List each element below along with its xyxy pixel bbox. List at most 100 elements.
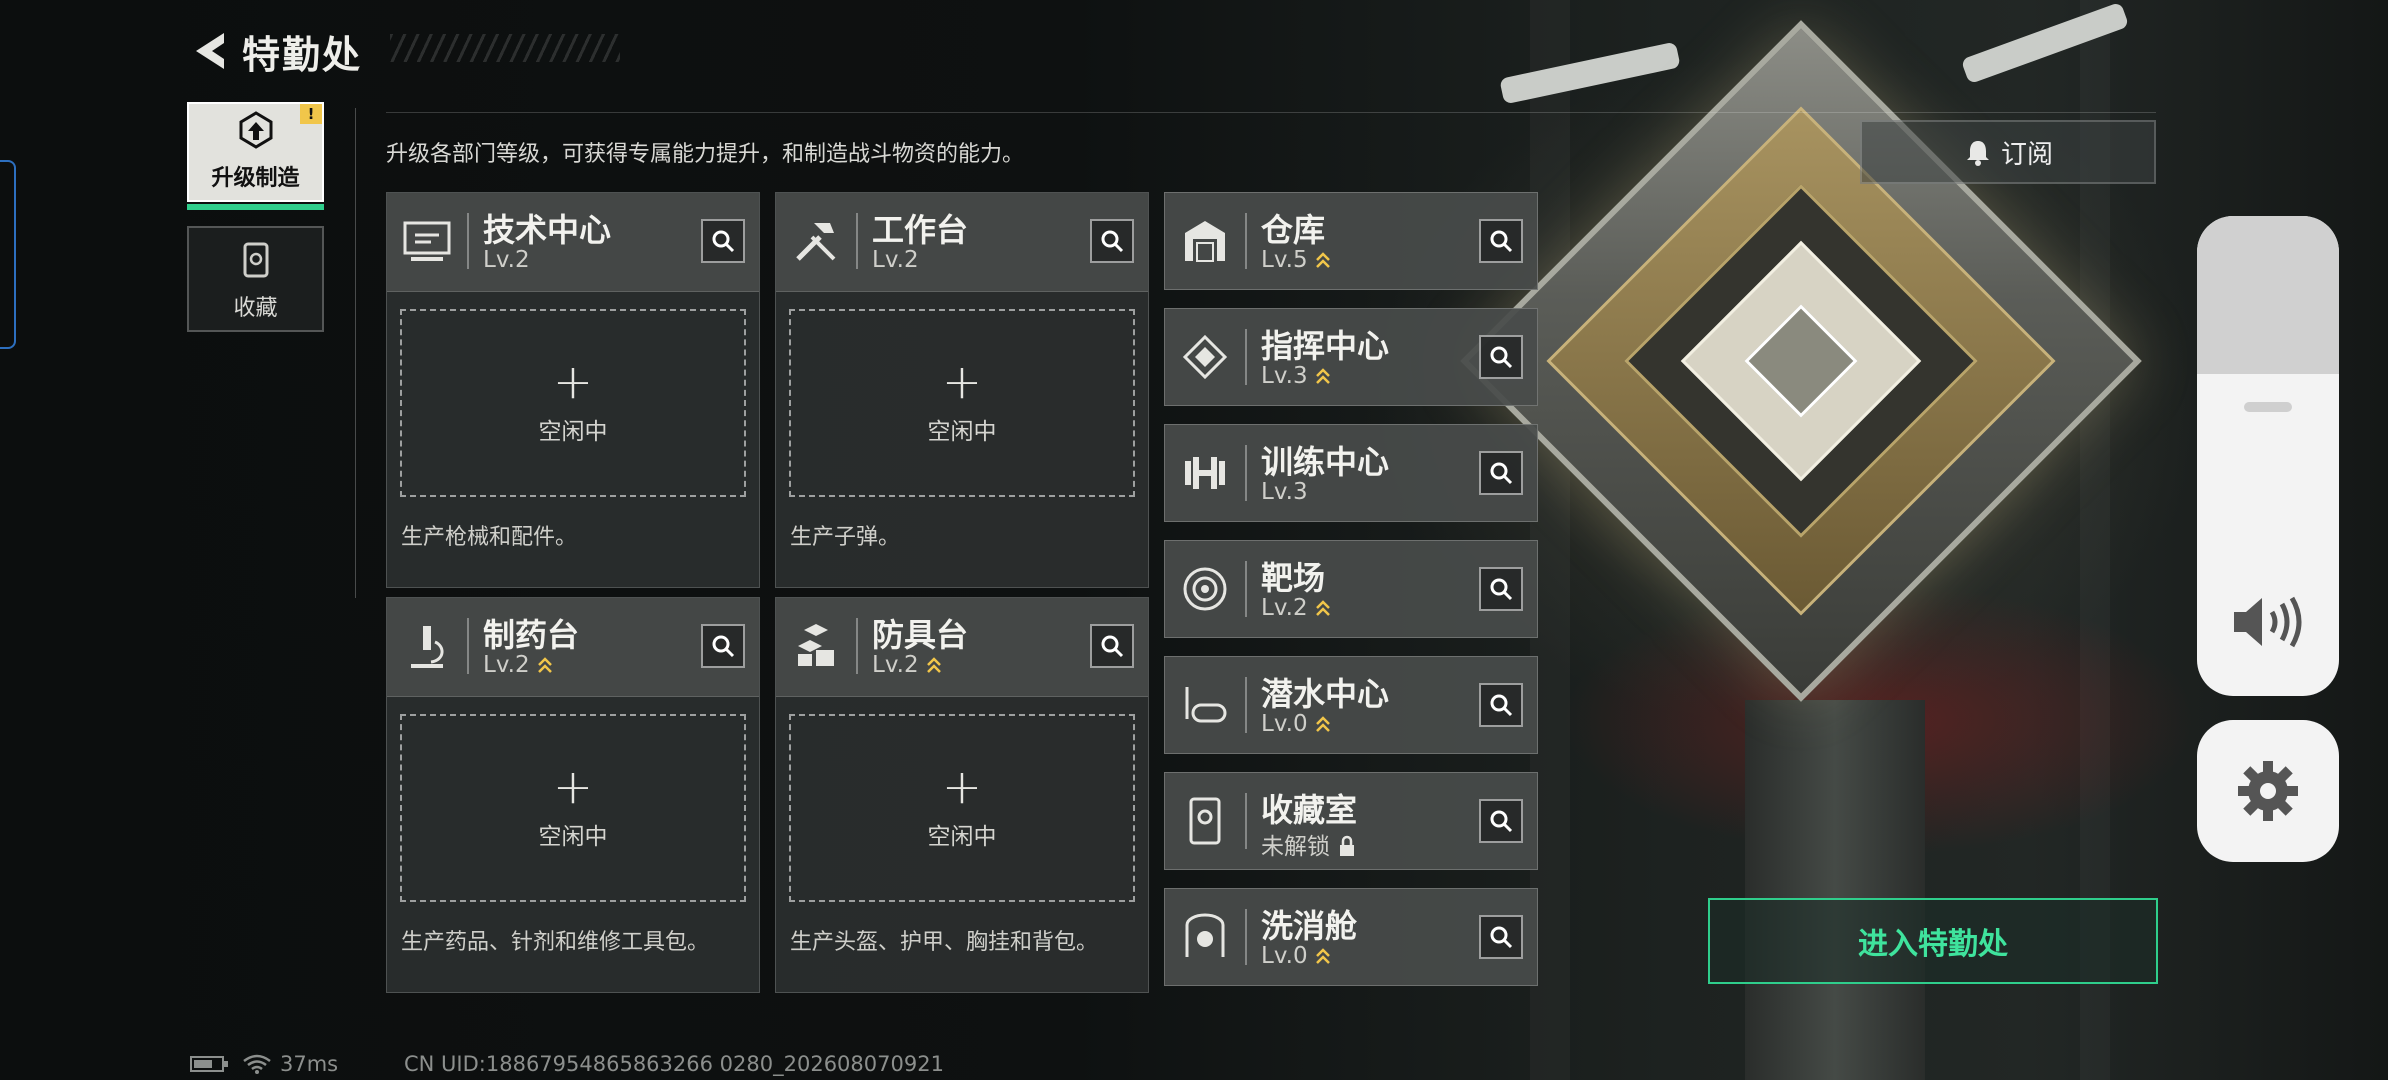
diving-mask-icon <box>1185 687 1227 723</box>
dept-level: Lv.3 <box>1261 479 1308 505</box>
dept-level: 未解锁 <box>1261 827 1356 861</box>
ping: 37ms <box>280 1052 339 1076</box>
card-header[interactable]: 工作台 Lv.2 <box>776 193 1148 292</box>
speaker-icon <box>2234 596 2302 648</box>
bell-icon <box>1966 141 1989 166</box>
tab-label: 收藏 <box>233 296 278 321</box>
search-button[interactable] <box>701 624 745 668</box>
settings-button[interactable] <box>2197 720 2339 862</box>
upgrade-available-icon <box>926 657 941 673</box>
dept-name: 收藏室 <box>1261 791 1358 829</box>
dept-name: 防具台 <box>872 616 969 654</box>
search-icon <box>1490 462 1513 485</box>
header: 特勤处 <box>190 26 362 77</box>
plus-icon: + <box>941 354 983 410</box>
wifi-icon <box>243 1054 271 1074</box>
plus-icon: + <box>552 759 594 815</box>
section-description: 升级各部门等级，可获得专属能力提升，和制造战斗物资的能力。 <box>386 142 1025 167</box>
search-button[interactable] <box>1479 451 1523 495</box>
card-header[interactable]: 技术中心 Lv.2 <box>387 193 759 292</box>
dept-level: Lv.3 <box>1261 363 1330 389</box>
search-button[interactable] <box>1090 219 1134 263</box>
dept-item-collection-room[interactable]: 收藏室 未解锁 <box>1164 772 1538 870</box>
card-description: 生产药品、针剂和维修工具包。 <box>401 930 710 955</box>
alert-badge: ! <box>300 104 322 124</box>
production-slot[interactable]: + 空闲中 <box>400 714 746 902</box>
dept-level: Lv.2 <box>483 652 552 678</box>
plus-icon: + <box>552 354 594 410</box>
enter-special-ops-button[interactable]: 进入特勤处 <box>1708 898 2158 984</box>
search-button[interactable] <box>1479 915 1523 959</box>
dept-level: Lv.2 <box>872 652 941 678</box>
production-card-armor-bench: 防具台 Lv.2 + 空闲中 生产头盔、护甲、胸挂和背包。 <box>775 597 1149 993</box>
dept-level: Lv.0 <box>1261 711 1330 737</box>
computer-icon <box>403 221 451 261</box>
upgrade-available-icon <box>1315 948 1330 964</box>
search-icon <box>1490 578 1513 601</box>
production-card-workbench: 工作台 Lv.2 + 空闲中 生产子弹。 <box>775 192 1149 588</box>
search-button[interactable] <box>1479 335 1523 379</box>
production-slot[interactable]: + 空闲中 <box>400 309 746 497</box>
upgrade-icon <box>239 111 272 149</box>
production-slot[interactable]: + 空闲中 <box>789 309 1135 497</box>
slot-status: 空闲中 <box>927 824 997 850</box>
search-icon <box>1490 230 1513 253</box>
production-slot[interactable]: + 空闲中 <box>789 714 1135 902</box>
volume-handle[interactable] <box>2244 402 2292 412</box>
collection-case-icon <box>243 242 268 278</box>
dept-name: 指挥中心 <box>1261 327 1390 365</box>
dept-item-decontamination[interactable]: 洗消舱 Lv.0 <box>1164 888 1538 986</box>
upgrade-available-icon <box>1315 252 1330 268</box>
dept-name: 潜水中心 <box>1261 675 1390 713</box>
upgrade-available-icon <box>1315 368 1330 384</box>
search-button[interactable] <box>1090 624 1134 668</box>
card-header[interactable]: 防具台 Lv.2 <box>776 598 1148 697</box>
dept-name: 技术中心 <box>483 211 612 249</box>
dept-item-shooting-range[interactable]: 靶场 Lv.2 <box>1164 540 1538 638</box>
production-card-tech-center: 技术中心 Lv.2 + 空闲中 生产枪械和配件。 <box>386 192 760 588</box>
dept-name: 仓库 <box>1261 211 1326 249</box>
slot-status: 空闲中 <box>927 419 997 445</box>
dept-name: 洗消舱 <box>1261 907 1358 945</box>
cubes-icon <box>798 624 834 666</box>
battery-icon <box>190 1056 228 1072</box>
volume-slider[interactable] <box>2197 216 2339 696</box>
production-card-pharmacy: 制药台 Lv.2 + 空闲中 生产药品、针剂和维修工具包。 <box>386 597 760 993</box>
search-icon <box>1490 926 1513 949</box>
dept-name: 制药台 <box>483 616 580 654</box>
dept-level: Lv.0 <box>1261 943 1330 969</box>
status-bar: 37ms <box>190 1052 338 1076</box>
upgrade-available-icon <box>1315 716 1330 732</box>
edge-handle <box>0 160 16 349</box>
search-icon <box>712 230 735 253</box>
card-description: 生产枪械和配件。 <box>401 525 578 550</box>
hammer-icon <box>796 223 836 261</box>
card-header[interactable]: 制药台 Lv.2 <box>387 598 759 697</box>
search-button[interactable] <box>1479 219 1523 263</box>
card-description: 生产子弹。 <box>790 525 901 550</box>
search-button[interactable] <box>701 219 745 263</box>
dumbbell-icon <box>1185 457 1225 489</box>
search-button[interactable] <box>1479 567 1523 611</box>
search-button[interactable] <box>1479 799 1523 843</box>
tab-collection[interactable]: 收藏 <box>187 226 324 332</box>
slot-status: 空闲中 <box>538 824 608 850</box>
dept-item-diving-center[interactable]: 潜水中心 Lv.0 <box>1164 656 1538 754</box>
search-button[interactable] <box>1479 683 1523 727</box>
dept-item-training-center[interactable]: 训练中心 Lv.3 <box>1164 424 1538 522</box>
search-icon <box>1490 346 1513 369</box>
back-arrow-icon[interactable] <box>190 29 230 73</box>
divider <box>386 112 2156 113</box>
dept-level: Lv.2 <box>483 247 530 273</box>
tab-upgrade-craft[interactable]: ! 升级制造 <box>187 102 324 210</box>
header-hatch-decoration <box>390 34 620 62</box>
dept-item-command-center[interactable]: 指挥中心 Lv.3 <box>1164 308 1538 406</box>
tab-label: 升级制造 <box>211 166 300 191</box>
dept-level: Lv.5 <box>1261 247 1330 273</box>
subscribe-button[interactable]: 订阅 <box>1860 120 2156 184</box>
card-description: 生产头盔、护甲、胸挂和背包。 <box>790 930 1099 955</box>
search-icon <box>1490 810 1513 833</box>
upgrade-available-icon <box>537 657 552 673</box>
search-icon <box>1101 230 1124 253</box>
dept-item-warehouse[interactable]: 仓库 Lv.5 <box>1164 192 1538 290</box>
